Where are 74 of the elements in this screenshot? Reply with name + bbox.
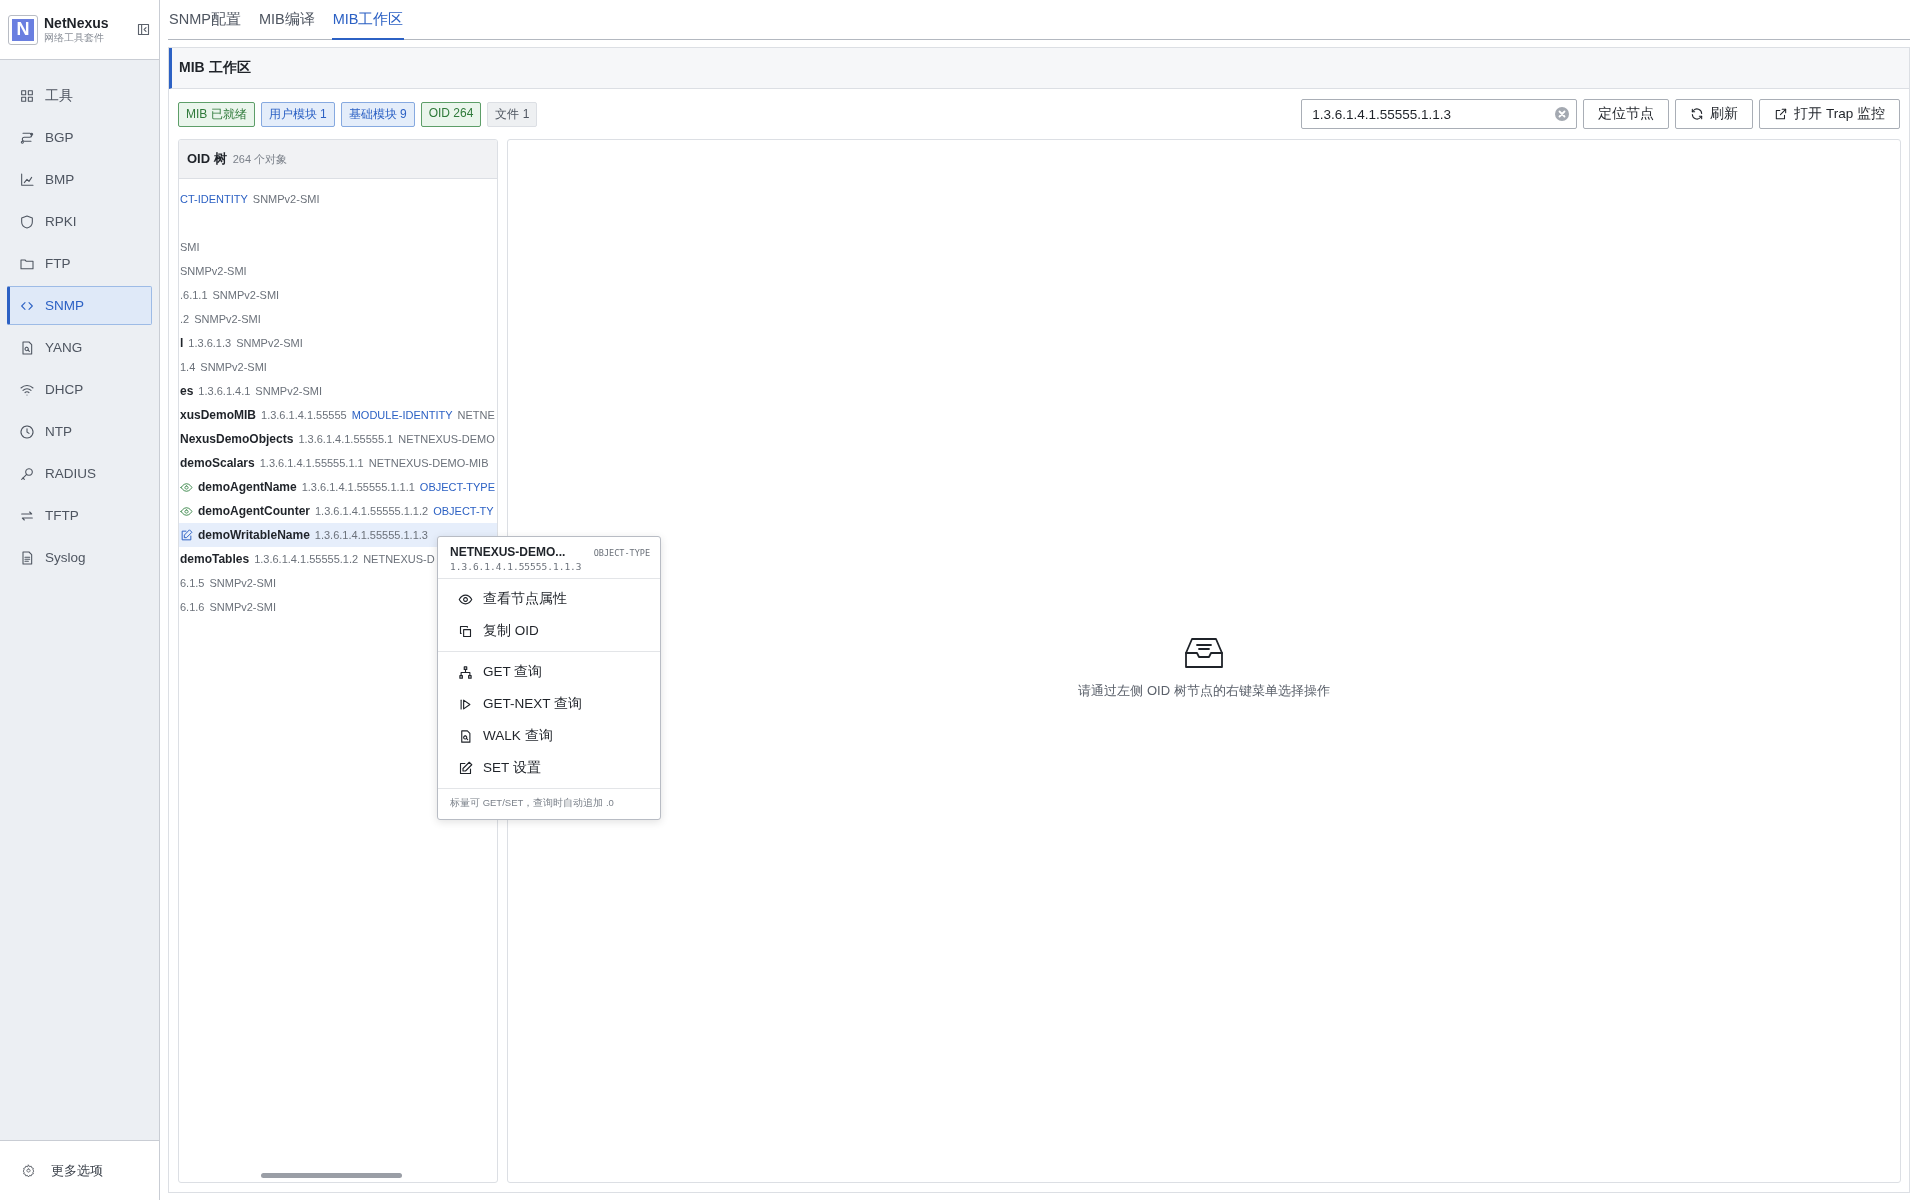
key-icon <box>19 465 35 482</box>
chart-icon <box>19 171 35 188</box>
status-tag: 用户模块 1 <box>260 101 335 127</box>
tree-node[interactable]: SNMPv2-SMI <box>179 259 497 283</box>
menu-node-type: OBJECT-TYPE <box>593 548 650 558</box>
more-options-link[interactable]: 更多选项 <box>22 1161 103 1180</box>
tree-node[interactable]: CT-IDENTITY SNMPv2-SMI <box>179 187 497 211</box>
tree-node[interactable]: l 1.3.6.1.3 SNMPv2-SMI <box>179 331 497 355</box>
empty-message: 请通过左侧 OID 树节点的右键菜单选择操作 <box>1078 682 1330 700</box>
copy-icon <box>458 623 473 639</box>
nav-item[interactable]: NTP <box>7 412 152 451</box>
menu-node-oid: 1.3.6.1.4.1.55555.1.1.3 <box>450 561 583 572</box>
tab[interactable]: MIB编译 <box>257 10 316 40</box>
clear-icon[interactable] <box>1554 106 1571 122</box>
refresh-icon <box>1690 107 1705 121</box>
collapse-sidebar-icon[interactable] <box>136 22 151 37</box>
nav-item[interactable]: BGP <box>7 118 152 157</box>
edit-icon <box>458 760 473 776</box>
app-logo: N <box>8 14 38 45</box>
nav-item[interactable]: YANG <box>7 328 152 367</box>
nav-item[interactable]: TFTP <box>7 496 152 535</box>
object-count: 264 个对象 <box>232 151 288 167</box>
tree-node[interactable]: demoAgentCounter 1.3.6.1.4.1.55555.1.1.2 OBJECT-TY <box>179 499 497 523</box>
menu-item[interactable]: 查看节点属性 <box>438 583 660 615</box>
nav-item[interactable]: Syslog <box>7 538 152 577</box>
nav-item[interactable]: SNMP <box>7 286 152 325</box>
settings-icon <box>22 1164 35 1177</box>
tree-node[interactable]: demoWritableName 1.3.6.1.4.1.55555.1.1.3 <box>179 523 497 547</box>
tree-node[interactable]: .6.1.1 SNMPv2-SMI <box>179 283 497 307</box>
tree-node[interactable]: es 1.3.6.1.4.1 SNMPv2-SMI <box>179 379 497 403</box>
menu-item[interactable]: WALK 查询 <box>438 720 660 752</box>
menu-item[interactable]: GET 查询 <box>438 656 660 688</box>
tree-node[interactable]: SMI <box>179 235 497 259</box>
external-link-icon <box>1774 107 1789 121</box>
file-search-icon <box>458 728 473 744</box>
nav-item[interactable]: 工具 <box>7 76 152 115</box>
file-search-icon <box>19 339 35 356</box>
status-tag: OID 264 <box>420 101 482 127</box>
tab[interactable]: MIB工作区 <box>331 10 405 40</box>
clock-icon <box>19 423 35 440</box>
eye-icon <box>458 591 473 607</box>
hierarchy-icon <box>458 664 473 680</box>
toolbar-button[interactable]: 定位节点 <box>1583 99 1670 129</box>
grid-icon <box>19 87 35 104</box>
tree-node[interactable]: 1.4 SNMPv2-SMI <box>179 355 497 379</box>
tree-node[interactable]: demoAgentName 1.3.6.1.4.1.55555.1.1.1 OBJECT-TYPE <box>179 475 497 499</box>
oid-search-field[interactable]: 1.3.6.1.4.1.55555.1.1.3 <box>1301 99 1578 129</box>
menu-node-name: NETNEXUS-DEMO... <box>450 545 566 559</box>
status-tag: 基础模块 9 <box>340 101 415 127</box>
tree-node[interactable]: NexusDemoObjects 1.3.6.1.4.1.55555.1 NETNEXUS-DEMO <box>179 427 497 451</box>
menu-item[interactable]: GET-NEXT 查询 <box>438 688 660 720</box>
nav-item[interactable]: BMP <box>7 160 152 199</box>
menu-item[interactable]: SET 设置 <box>438 752 660 784</box>
panel-title: MIB 工作区 <box>179 59 251 77</box>
status-tag: MIB 已就绪 <box>178 101 255 127</box>
toolbar-button[interactable]: 打开 Trap 监控 <box>1759 99 1900 129</box>
scrollbar-thumb[interactable] <box>261 1173 402 1178</box>
tree-title: OID 树 <box>187 150 227 168</box>
tree-node[interactable]: .2 SNMPv2-SMI <box>179 307 497 331</box>
tree-node[interactable]: demoScalars 1.3.6.1.4.1.55555.1.1 NETNEXUS-DEMO-MIB <box>179 451 497 475</box>
toolbar-button[interactable]: 刷新 <box>1675 99 1754 129</box>
document-icon <box>19 549 35 566</box>
tab[interactable]: SNMP配置 <box>168 10 242 40</box>
menu-item[interactable]: 复制 OID <box>438 615 660 647</box>
app-subtitle: 网络工具套件 <box>44 30 105 45</box>
app-name: NetNexus <box>44 14 110 31</box>
shield-icon <box>19 213 35 230</box>
nav-item[interactable]: FTP <box>7 244 152 283</box>
status-tag: 文件 1 <box>487 101 538 127</box>
menu-hint: 标量可 GET/SET，查询时自动追加 .0 <box>450 797 614 808</box>
tree-node[interactable]: xusDemoMIB 1.3.6.1.4.1.55555 MODULE-IDENTITY NETNE <box>179 403 497 427</box>
nav-item[interactable]: DHCP <box>7 370 152 409</box>
nav-item[interactable]: RADIUS <box>7 454 152 493</box>
nav-item[interactable]: RPKI <box>7 202 152 241</box>
